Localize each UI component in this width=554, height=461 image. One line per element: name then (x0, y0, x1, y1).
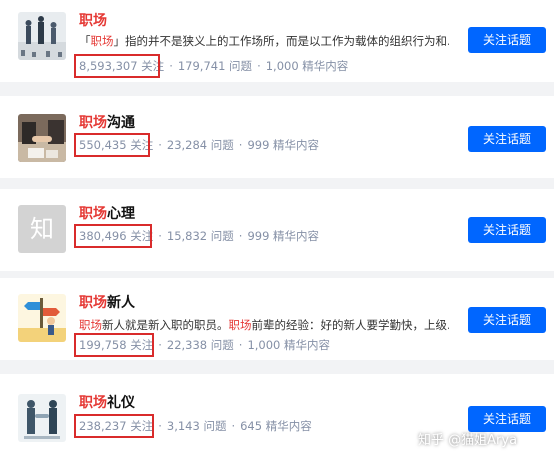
separator-dot: · (231, 419, 236, 433)
title-rest: 礼仪 (107, 395, 135, 411)
separator-dot: · (158, 419, 162, 433)
question-count: 15,832 问题 (166, 229, 234, 243)
desc-part: 「 (79, 34, 91, 48)
featured-count: 999 精华内容 (247, 229, 320, 243)
follower-highlight-box (74, 333, 154, 357)
follower-highlight-box (74, 133, 150, 157)
title-rest: 新人 (107, 295, 135, 311)
desc-highlight: 职场 (79, 318, 102, 332)
handshake-meeting-icon[interactable] (18, 114, 66, 162)
desc-highlight: 职场 (90, 34, 114, 48)
desc-part: 」指的并不是狭义上的工作场所，而是以工作为载体的组织行为和... (113, 34, 450, 48)
topic-title[interactable]: 职场 (79, 11, 107, 31)
business-handshake-icon[interactable] (18, 394, 66, 442)
separator-dot: · (257, 59, 261, 73)
title-highlight: 职场 (79, 115, 107, 131)
placeholder-glyph: 知 (30, 215, 54, 243)
question-count: 3,143 问题 (166, 419, 227, 433)
desc-part: 新人就是新入职的职员。 (102, 318, 229, 332)
follower-highlight-box (74, 414, 154, 438)
topic-card-1[interactable]: 职场 「职场」指的并不是狭义上的工作场所，而是以工作为载体的组织行为和... 8… (0, 0, 554, 82)
question-count: 22,338 问题 (166, 338, 234, 352)
topic-description: 「职场」指的并不是狭义上的工作场所，而是以工作为载体的组织行为和... (79, 33, 449, 49)
title-highlight: 职场 (79, 206, 107, 222)
separator-dot: · (238, 338, 243, 352)
crossroads-newcomer-icon[interactable] (18, 294, 66, 342)
title-rest: 沟通 (107, 115, 135, 131)
separator-dot: · (169, 59, 173, 73)
separator-dot: · (238, 229, 243, 243)
separator-dot: · (158, 229, 162, 243)
separator-dot: · (158, 338, 162, 352)
follow-topic-button[interactable]: 关注话题 (468, 307, 546, 333)
question-count: 179,741 问题 (177, 59, 253, 73)
topic-title[interactable]: 职场心理 (79, 204, 135, 224)
featured-count: 645 精华内容 (240, 419, 312, 433)
separator-dot: · (158, 138, 162, 152)
featured-count: 999 精华内容 (247, 138, 320, 152)
follow-topic-button[interactable]: 关注话题 (468, 126, 546, 152)
featured-count: 1,000 精华内容 (247, 338, 331, 352)
topic-card-4[interactable]: 职场新人 职场新人就是新入职的职员。职场前辈的经验：好的新人要学勤快，上级...… (0, 278, 554, 360)
topic-card-3[interactable]: 知 职场心理 380,496 关注 · 15,832 问题 · 999 精华内容 关注话… (0, 189, 554, 271)
desc-highlight: 职场 (228, 318, 252, 332)
topic-card-2[interactable]: 职场沟通 550,435 关注 · 23,284 问题 · 999 精华内容 关注话题 (0, 96, 554, 178)
title-highlight: 职场 (79, 13, 107, 29)
desc-part: 前辈的经验：好的新人要学勤快，上级... (251, 318, 450, 332)
topic-description: 职场新人就是新入职的职员。职场前辈的经验：好的新人要学勤快，上级... (79, 317, 449, 333)
topic-title[interactable]: 职场新人 (79, 293, 135, 313)
topic-title[interactable]: 职场沟通 (79, 113, 135, 133)
follower-highlight-box (74, 54, 160, 78)
question-count: 23,284 问题 (166, 138, 234, 152)
topic-title[interactable]: 职场礼仪 (79, 393, 135, 413)
follow-topic-button[interactable]: 关注话题 (468, 27, 546, 53)
zhihu-watermark: 知乎 @猫姐Arya (418, 433, 518, 448)
follow-topic-button[interactable]: 关注话题 (468, 217, 546, 243)
separator-dot: · (238, 138, 243, 152)
placeholder-zhi-icon[interactable]: 知 (18, 205, 66, 253)
title-rest: 心理 (107, 206, 135, 222)
title-highlight: 职场 (79, 395, 107, 411)
follower-highlight-box (74, 224, 152, 248)
office-people-icon[interactable] (18, 12, 66, 60)
featured-count: 1,000 精华内容 (265, 59, 349, 73)
title-highlight: 职场 (79, 295, 107, 311)
